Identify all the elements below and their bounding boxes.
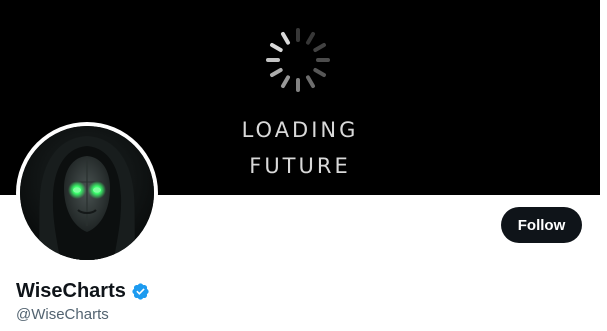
avatar[interactable] xyxy=(16,122,158,264)
verified-badge-icon[interactable] xyxy=(131,282,150,301)
user-handle: @WiseCharts xyxy=(16,306,109,323)
hooded-figure-icon xyxy=(20,126,154,260)
follow-button[interactable]: Follow xyxy=(501,207,582,243)
avatar-image xyxy=(20,126,154,260)
profile-name-row: WiseCharts xyxy=(16,280,150,303)
display-name: WiseCharts xyxy=(16,280,126,302)
loading-spinner-icon xyxy=(266,28,330,92)
